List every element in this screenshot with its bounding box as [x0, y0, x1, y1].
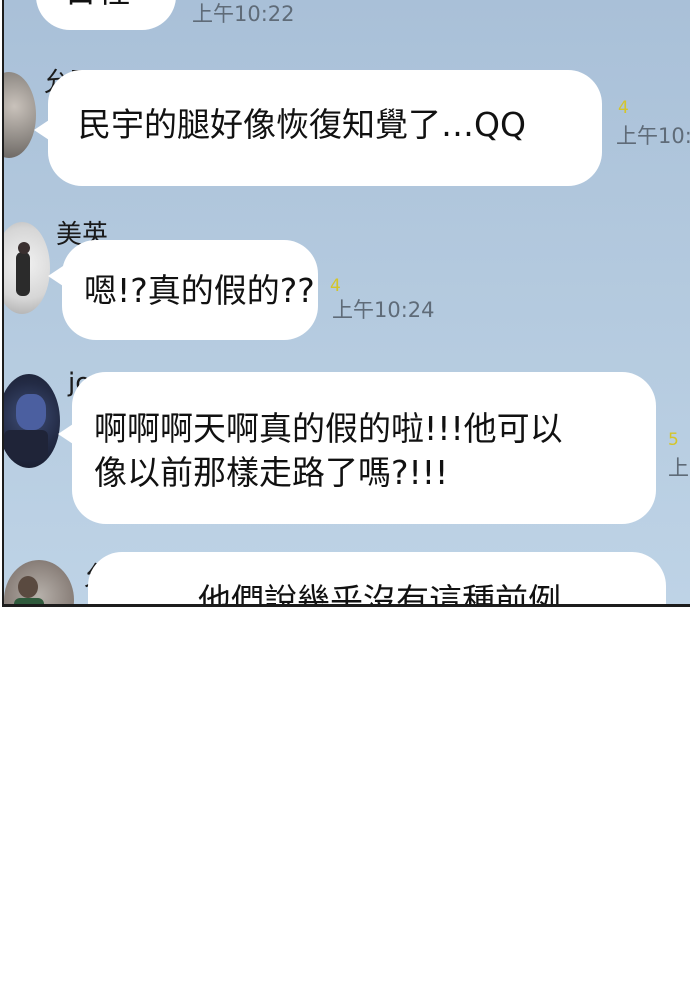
message-bubble-3: 啊啊啊天啊真的假的啦!!!他可以 像以前那樣走路了嗎?!!! [72, 372, 656, 524]
chat-panel: 日程 上午10:22 允夏 民宇的腿好像恢復知覺了…QQ 4 上午10: 美英 … [2, 0, 690, 607]
message-time: 上 [668, 456, 689, 480]
read-count: 5 [668, 430, 679, 450]
message-bubble-2: 嗯!?真的假的?? [62, 240, 318, 340]
message-bubble-0: 日程 [36, 0, 176, 30]
message-text: 他們說幾乎沒有這種前例， [198, 581, 594, 607]
message-bubble-1: 民宇的腿好像恢復知覺了…QQ [48, 70, 602, 186]
avatar [4, 560, 74, 604]
message-text-line-2: 像以前那樣走路了嗎?!!! [94, 453, 449, 492]
avatar [4, 72, 36, 158]
message-time: 上午10: [616, 124, 690, 148]
message-text-line-1: 啊啊啊天啊真的假的啦!!!他可以 [94, 409, 563, 448]
read-count: 4 [618, 98, 629, 118]
read-count: 4 [330, 276, 341, 296]
message-bubble-4: 他們說幾乎沒有這種前例， [88, 552, 666, 607]
message-text: 民宇的腿好像恢復知覺了…QQ [78, 105, 526, 144]
avatar [4, 222, 50, 314]
message-time: 上午10:22 [192, 2, 295, 26]
message-text: 嗯!?真的假的?? [84, 271, 315, 310]
message-time: 上午10:24 [332, 298, 435, 322]
avatar [4, 374, 60, 468]
message-text: 日程 [64, 0, 130, 14]
